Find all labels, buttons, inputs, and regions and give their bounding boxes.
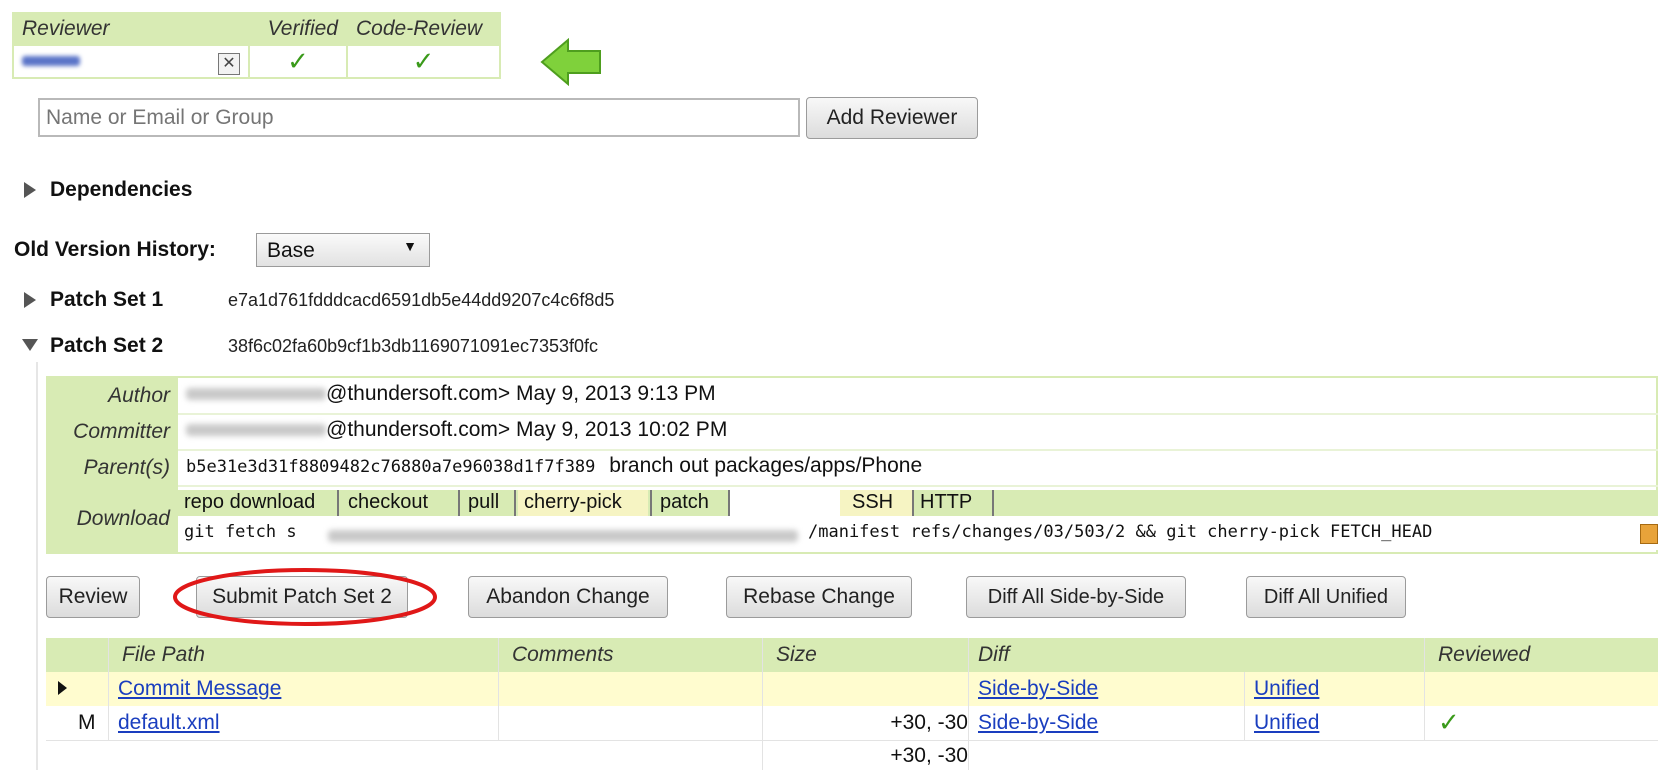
patch-set-1-label[interactable]: Patch Set 1: [50, 288, 163, 312]
col-separator: [1424, 638, 1425, 740]
author-value: @thundersoft.com> May 9, 2013 9:13 PM: [186, 382, 716, 406]
committer-value: @thundersoft.com> May 9, 2013 10:02 PM: [186, 418, 727, 442]
reviewer-table-header: Reviewer Verified Code-Review: [12, 12, 501, 46]
rebase-change-button[interactable]: Rebase Change: [726, 576, 912, 618]
reviewer-table: Reviewer Verified Code-Review ✕ ✓ ✓: [12, 12, 501, 79]
tab-blank: [730, 490, 840, 516]
tab-separator: [514, 490, 516, 516]
tab-separator: [912, 490, 914, 516]
size-header: Size: [776, 643, 817, 666]
old-version-select[interactable]: Base ▼: [256, 233, 430, 267]
reviewed-header: Reviewed: [1438, 643, 1531, 666]
tab-pull[interactable]: pull: [468, 491, 499, 514]
old-version-label: Old Version History:: [14, 238, 216, 261]
old-version-selected: Base: [267, 239, 315, 262]
dependencies-toggle[interactable]: Dependencies: [50, 178, 192, 202]
reviewer-col-header: Reviewer: [12, 12, 250, 46]
row-divider: [178, 449, 1658, 451]
author-email: @thundersoft.com>: [326, 382, 511, 405]
unified-link[interactable]: Unified: [1254, 711, 1319, 735]
file-path-link[interactable]: default.xml: [118, 711, 220, 735]
diff-all-unified-button[interactable]: Diff All Unified: [1246, 576, 1406, 618]
download-command-redacted: [328, 530, 798, 542]
reviewed-check-icon[interactable]: ✓: [1438, 707, 1460, 738]
committer-label: Committer: [73, 420, 170, 443]
code-review-check-icon: ✓: [346, 44, 501, 79]
side-by-side-link[interactable]: Side-by-Side: [978, 677, 1098, 701]
patch-set-1-hash: e7a1d761fdddcacd6591db5e44dd9207c4c6f8d5: [228, 290, 615, 310]
reviewer-cell: ✕: [12, 44, 250, 79]
expand-triangle-icon[interactable]: [24, 292, 36, 308]
file-table-header: File Path Comments Size Diff Reviewed: [46, 638, 1658, 672]
committer-email: @thundersoft.com>: [326, 418, 511, 441]
chevron-down-icon: ▼: [403, 238, 417, 254]
red-circle-annotation: [173, 568, 437, 626]
green-arrow-icon: [540, 38, 601, 86]
committer-date: May 9, 2013 10:02 PM: [516, 418, 728, 441]
review-button[interactable]: Review: [46, 576, 140, 618]
parent-label: Parent(s): [83, 456, 170, 479]
verified-col-header: Verified: [248, 12, 348, 46]
diff-all-side-by-side-button[interactable]: Diff All Side-by-Side: [966, 576, 1186, 618]
total-size: +30, -30: [890, 744, 968, 767]
row-divider: [178, 413, 1658, 415]
tab-separator: [992, 490, 994, 516]
reviewer-name-link[interactable]: [22, 55, 80, 66]
commit-info-panel: Author @thundersoft.com> May 9, 2013 9:1…: [46, 376, 1658, 554]
author-name-redacted: [186, 388, 326, 401]
collapse-triangle-icon[interactable]: [22, 339, 38, 351]
download-tabs: repo download checkout pull cherry-pick …: [178, 490, 1658, 516]
patch-set-indent-line: [36, 362, 38, 770]
expand-triangle-icon[interactable]: [24, 182, 36, 198]
reviewer-search-input[interactable]: [38, 98, 800, 137]
side-by-side-link[interactable]: Side-by-Side: [978, 711, 1098, 735]
patch-set-2-label[interactable]: Patch Set 2: [50, 334, 163, 358]
tab-checkout[interactable]: checkout: [348, 491, 428, 514]
parent-message: branch out packages/apps/Phone: [609, 454, 923, 477]
verified-check-icon: ✓: [248, 44, 348, 79]
reviewer-row: ✕ ✓ ✓: [12, 44, 501, 79]
file-path-link[interactable]: Commit Message: [118, 677, 281, 701]
tab-separator: [337, 490, 339, 516]
file-status: M: [78, 711, 96, 734]
download-command-end: /manifest refs/changes/03/503/2 && git c…: [808, 522, 1433, 542]
comments-header: Comments: [512, 643, 614, 666]
file-table: File Path Comments Size Diff Reviewed Co…: [46, 638, 1658, 770]
col-separator: [108, 638, 109, 740]
author-date: May 9, 2013 9:13 PM: [516, 382, 716, 405]
code-review-col-header: Code-Review: [346, 12, 501, 46]
abandon-change-button[interactable]: Abandon Change: [468, 576, 668, 618]
remove-reviewer-icon[interactable]: ✕: [218, 52, 240, 75]
protocol-http[interactable]: HTTP: [920, 491, 972, 514]
tab-cherry-pick[interactable]: cherry-pick: [524, 491, 622, 514]
tab-separator: [458, 490, 460, 516]
download-command[interactable]: git fetch s /manifest refs/changes/03/50…: [178, 516, 1658, 550]
file-path-header: File Path: [122, 643, 205, 666]
row-pointer-icon: [58, 681, 67, 695]
row-divider: [46, 740, 1658, 741]
col-separator: [968, 638, 969, 770]
download-command-start: git fetch s: [184, 522, 297, 542]
row-divider: [178, 485, 1658, 487]
download-label: Download: [76, 507, 170, 530]
tab-separator: [650, 490, 652, 516]
committer-name-redacted: [186, 424, 326, 437]
unified-link[interactable]: Unified: [1254, 677, 1319, 701]
diff-header: Diff: [978, 643, 1010, 666]
parent-value: b5e31e3d31f8809482c76880a7e96038d1f7f389…: [186, 454, 922, 478]
patch-set-2-hash: 38f6c02fa60b9cf1b3db1169071091ec7353f0fc: [228, 336, 599, 356]
col-separator: [498, 638, 499, 740]
col-separator: [762, 638, 763, 770]
author-label: Author: [108, 384, 170, 407]
tab-repo-download[interactable]: repo download: [184, 491, 315, 514]
table-row: M default.xml +30, -30 Side-by-Side Unif…: [46, 706, 1658, 740]
parent-hash[interactable]: b5e31e3d31f8809482c76880a7e96038d1f7f389: [186, 457, 595, 477]
add-reviewer-button[interactable]: Add Reviewer: [806, 97, 978, 139]
copy-clipboard-icon[interactable]: [1640, 524, 1658, 544]
protocol-ssh[interactable]: SSH: [852, 491, 893, 514]
tab-patch[interactable]: patch: [660, 491, 709, 514]
col-separator: [1244, 672, 1245, 740]
table-row: Commit Message Side-by-Side Unified: [46, 672, 1658, 706]
file-size: +30, -30: [890, 711, 968, 734]
